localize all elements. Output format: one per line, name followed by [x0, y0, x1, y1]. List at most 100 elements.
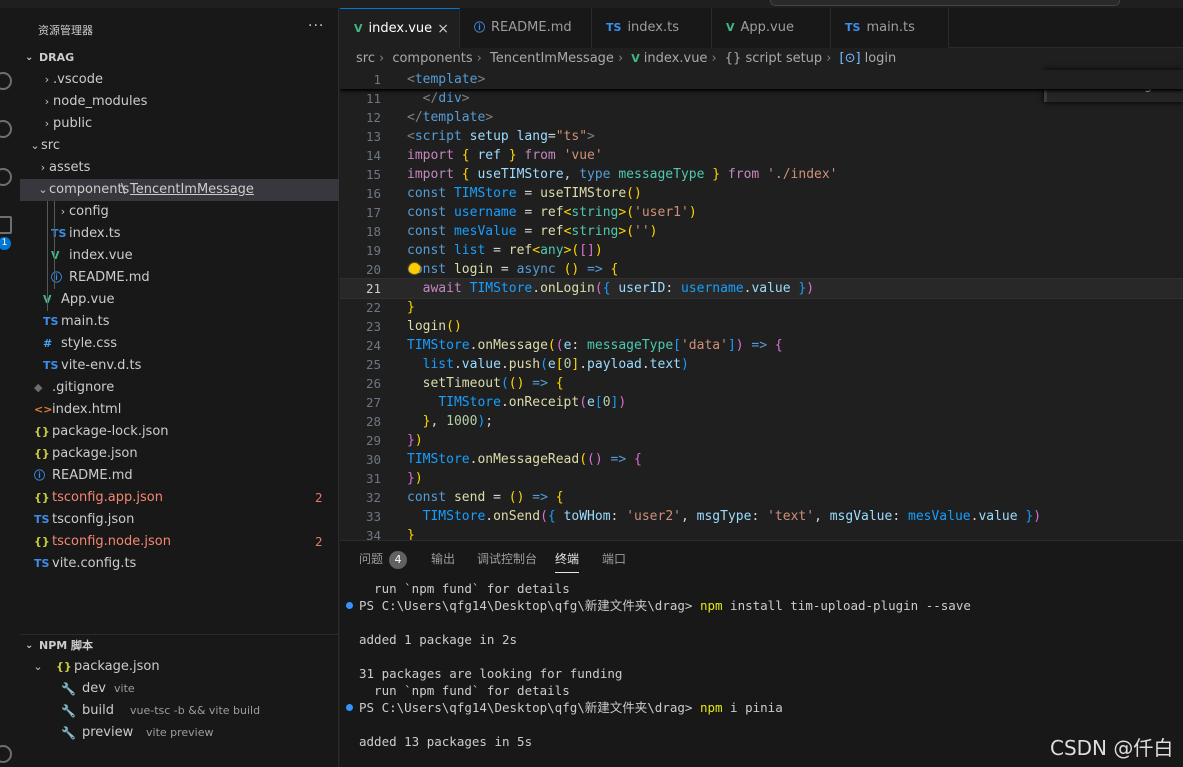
npm-scripts-header[interactable]: ⌄ NPM 脚本 — [20, 634, 339, 656]
search-icon[interactable] — [0, 72, 12, 90]
code-token: payload — [587, 357, 642, 372]
tree-item[interactable]: › node_modules — [20, 91, 339, 113]
panel-tab-label: 端口 — [602, 552, 627, 566]
line-number: 11 — [365, 91, 381, 106]
wrench-icon: 🔧 — [61, 704, 76, 718]
breadcrumb-item[interactable]: src — [356, 51, 375, 66]
panel-tab[interactable]: 问题 4 — [359, 551, 408, 573]
code-text: import { useTIMStore, type messageType }… — [407, 165, 838, 184]
source-control-icon[interactable] — [0, 120, 12, 138]
code-token: ( — [540, 509, 548, 524]
tree-item[interactable]: › assets — [20, 157, 339, 179]
tree-item[interactable]: {} tsconfig.app.json 2 — [20, 487, 339, 509]
project-section-header[interactable]: ⌄ DRAG — [20, 47, 339, 69]
breadcrumb-symbol[interactable]: {} script setup — [725, 51, 822, 66]
editor-tab[interactable]: Vindex.vue × — [340, 8, 460, 48]
tree-item[interactable]: TS main.ts — [20, 311, 339, 333]
tree-item[interactable]: TS vite.config.ts — [20, 553, 339, 575]
line-number: 21 — [365, 281, 381, 296]
npm-package-row[interactable]: ⌄ {} package.json — [20, 656, 339, 678]
panel-tab[interactable]: 端口 — [602, 551, 626, 573]
command-status-icon — [346, 704, 353, 711]
code-token: const — [407, 205, 447, 220]
npm-script-item[interactable]: 🔧 preview vite preview — [20, 722, 339, 744]
code-text: login() — [407, 317, 462, 336]
run-debug-icon[interactable] — [0, 168, 12, 186]
code-token: = — [485, 243, 509, 258]
chevron-down-icon: ⌄ — [33, 660, 43, 673]
tree-item[interactable]: › config — [20, 201, 339, 223]
code-token: > — [485, 110, 494, 125]
tree-item[interactable]: Vindex.vue — [20, 245, 339, 267]
code-token: import — [407, 167, 454, 182]
tree-item-label: package.json — [52, 446, 138, 461]
code-line: 27 TIMStore.onReceipt(e[0]) — [340, 393, 1183, 412]
code-token: } — [508, 148, 517, 163]
extensions-icon[interactable] — [0, 216, 12, 234]
panel-tab[interactable]: 调试控制台 — [477, 551, 537, 573]
code-token: 'vue' — [563, 148, 603, 163]
line-number: 19 — [365, 243, 381, 258]
tree-item[interactable]: ⌄ src — [20, 135, 339, 157]
tree-item-label: index.vue — [69, 248, 133, 263]
tree-item-label: tsconfig.json — [52, 512, 135, 527]
line-number: 18 — [365, 224, 381, 239]
tree-item[interactable]: {} tsconfig.node.json 2 — [20, 531, 339, 553]
tree-item[interactable]: {} package-lock.json — [20, 421, 339, 443]
panel-tab[interactable]: 输出 — [431, 551, 455, 573]
tree-item[interactable]: # style.css — [20, 333, 339, 355]
code-token: { — [634, 452, 642, 467]
code-token: { — [461, 167, 470, 182]
breadcrumb-separator: › — [826, 51, 832, 66]
file-type-icon: TS — [606, 21, 622, 34]
editor-tab[interactable]: ⓘ README.md — [460, 8, 592, 48]
editor-tab[interactable]: V App.vue — [712, 8, 831, 48]
breadcrumb-item[interactable]: components — [392, 51, 472, 66]
tree-item[interactable]: › public — [20, 113, 339, 135]
lightbulb-icon[interactable] — [409, 263, 420, 274]
file-type-icon: ⓘ — [474, 21, 485, 34]
code-token: div — [438, 91, 462, 106]
more-actions-icon[interactable]: ··· — [308, 18, 324, 34]
code-token: { — [461, 148, 470, 163]
panel-tab[interactable]: 终端 — [555, 551, 580, 573]
code-token: toWHom — [563, 509, 611, 524]
tree-item[interactable]: ⓘ README.md — [20, 465, 339, 487]
account-icon[interactable] — [0, 745, 12, 763]
tree-item[interactable]: TS vite-env.d.ts — [20, 355, 339, 377]
tree-item[interactable]: VApp.vue — [20, 289, 339, 311]
tree-item-label: README.md — [52, 468, 133, 483]
tree-item[interactable]: <> index.html — [20, 399, 339, 421]
code-token: useTIMStore — [540, 186, 627, 201]
tree-item[interactable]: ⌄ components \ TencentImMessage — [20, 179, 339, 201]
code-token: ) — [688, 205, 697, 220]
breadcrumb-symbol[interactable]: login — [865, 51, 897, 66]
code-token: () — [446, 319, 462, 334]
code-token: () — [508, 376, 525, 391]
breadcrumb-separator: › — [476, 51, 482, 66]
tree-item[interactable]: ⓘ README.md — [20, 267, 339, 289]
tree-item[interactable]: TS index.ts — [20, 223, 339, 245]
line-number: 17 — [365, 205, 381, 220]
code-token: < — [532, 243, 541, 258]
tree-item[interactable]: TS tsconfig.json — [20, 509, 339, 531]
editor-tab[interactable]: TS main.ts — [831, 8, 949, 48]
code-token: any — [540, 243, 564, 258]
terminal-text: 31 packages are looking for funding — [359, 666, 623, 681]
code-token: ( — [579, 452, 588, 467]
npm-script-item[interactable]: 🔧 dev vite — [20, 678, 339, 700]
terminal-text: run `npm fund` for details — [359, 581, 570, 596]
code-editor[interactable]: 1 <template> 11 </div> 12 </template> 13 <scri… — [340, 70, 1183, 540]
tree-item[interactable]: {} package.json — [20, 443, 339, 465]
breadcrumb-item[interactable]: TencentImMessage — [490, 51, 614, 66]
editor-tab[interactable]: TS index.ts — [592, 8, 712, 48]
command-center[interactable] — [770, 0, 1120, 6]
terminal-line: PS C:\Users\qfg14\Desktop\qfg\新建文件夹\drag… — [346, 597, 971, 614]
tree-item[interactable]: › .vscode — [20, 69, 339, 91]
code-token: { — [547, 509, 556, 524]
close-icon[interactable]: × — [437, 9, 449, 49]
npm-script-item[interactable]: 🔧 build vue-tsc -b && vite build — [20, 700, 339, 722]
tree-item[interactable]: ◆ .gitignore — [20, 377, 339, 399]
breadcrumb-file[interactable]: index.vue — [644, 51, 708, 66]
tab-label: index.vue — [368, 21, 433, 36]
